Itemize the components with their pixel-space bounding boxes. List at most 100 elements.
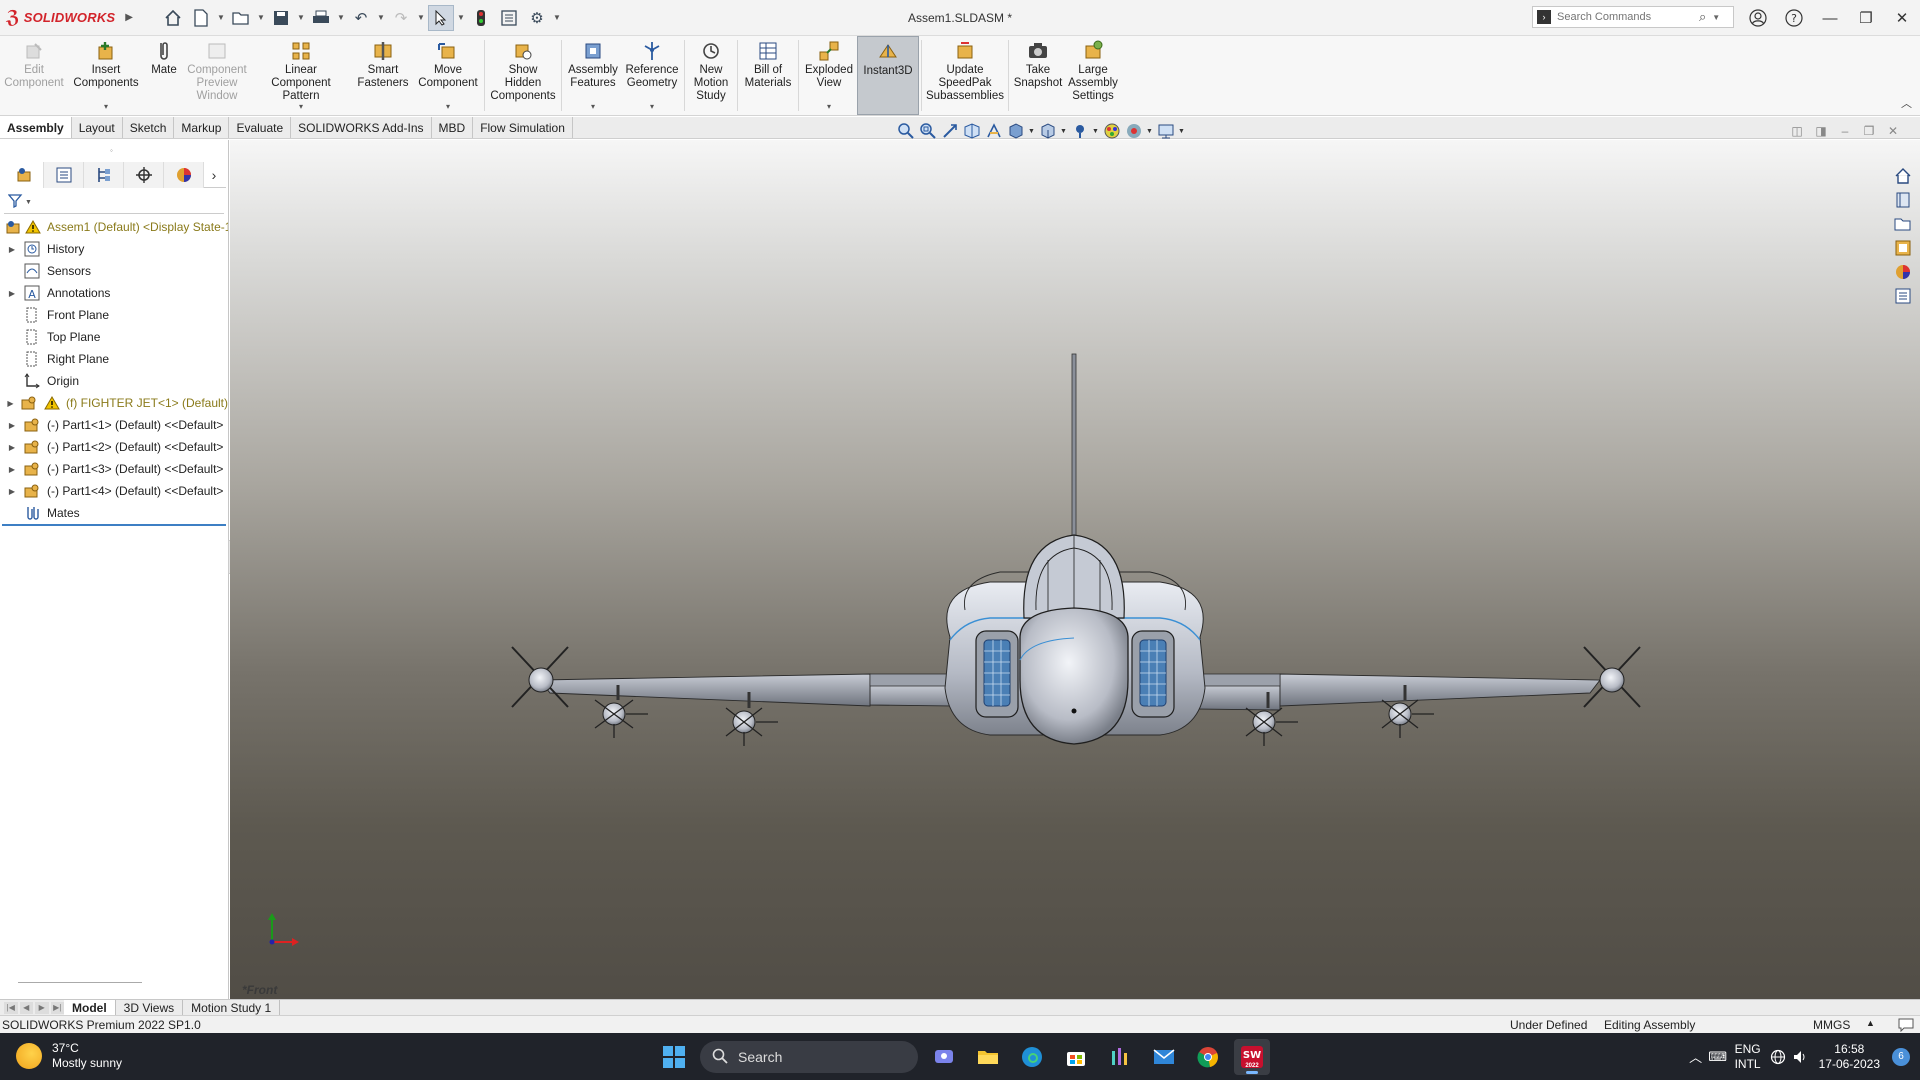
expand-arrow-icon[interactable]: ▶ <box>6 399 15 408</box>
select-cursor-icon[interactable] <box>428 4 454 31</box>
tab-assembly[interactable]: Assembly <box>0 117 72 138</box>
insert-components-dropdown-icon[interactable]: ▾ <box>68 100 144 113</box>
zoom-to-fit-icon[interactable] <box>896 121 916 141</box>
viewport-close-icon[interactable]: ✕ <box>1884 122 1902 140</box>
left-wingtip-rotor[interactable] <box>511 646 569 708</box>
prev-tab-icon[interactable]: ◀ <box>19 1001 33 1014</box>
show-hidden-icons-chevron[interactable]: ︿ <box>1685 1046 1707 1068</box>
solidworks-resources-icon[interactable] <box>1892 166 1914 186</box>
chrome-browser-icon[interactable] <box>1190 1039 1226 1075</box>
tree-item-part1-3[interactable]: ▶ (-) Part1<3> (Default) <<Default> <box>0 458 228 480</box>
input-language[interactable]: ENG INTL <box>1735 1042 1761 1072</box>
expand-arrow-icon[interactable]: ▶ <box>6 245 18 254</box>
tree-item-mates[interactable]: Mates <box>0 502 228 524</box>
tree-item-fighter-jet[interactable]: ▶ (f) FIGHTER JET<1> (Default) <box>0 392 228 414</box>
tree-item-part1-4[interactable]: ▶ (-) Part1<4> (Default) <<Default> <box>0 480 228 502</box>
undo-icon[interactable]: ↶ <box>348 5 374 31</box>
configuration-manager-tab-icon[interactable] <box>84 162 124 188</box>
teams-chat-icon[interactable] <box>926 1039 962 1075</box>
nose-cone[interactable] <box>1019 607 1129 745</box>
filter-funnel-icon[interactable] <box>7 194 24 211</box>
panel-horizontal-scrollbar[interactable] <box>18 982 142 983</box>
tab-sketch[interactable]: Sketch <box>123 117 175 138</box>
network-globe-icon[interactable] <box>1767 1046 1789 1068</box>
bill-of-materials-button[interactable]: Bill of Materials <box>740 36 796 115</box>
file-explorer-icon[interactable] <box>1892 214 1914 234</box>
collapse-ribbon-icon[interactable]: ︿ <box>1901 95 1912 111</box>
magnifier-icon[interactable]: ⌕ <box>1699 9 1706 25</box>
help-icon[interactable]: ? <box>1776 0 1812 36</box>
apply-scene-icon[interactable] <box>1124 121 1144 141</box>
view-orientation-dropdown-icon[interactable]: ▼ <box>1028 128 1036 135</box>
tree-item-annotations[interactable]: ▶ A Annotations <box>0 282 228 304</box>
new-dropdown-icon[interactable]: ▼ <box>216 13 226 22</box>
exploded-view-dropdown-icon[interactable]: ▾ <box>801 100 857 113</box>
zoom-to-area-icon[interactable] <box>918 121 938 141</box>
view-orientation-icon[interactable] <box>1006 121 1026 141</box>
expand-arrow-icon[interactable]: ▶ <box>6 465 18 474</box>
linear-component-pattern-button[interactable]: Linear Component Pattern ▾ <box>250 36 352 115</box>
menu-expand-icon[interactable]: ▶ <box>125 12 133 23</box>
print-icon[interactable] <box>308 5 334 31</box>
taskbar-search[interactable]: Search <box>700 1041 918 1073</box>
new-document-icon[interactable] <box>188 5 214 31</box>
dynamic-annotation-icon[interactable] <box>984 121 1004 141</box>
hide-show-dropdown-icon[interactable]: ▼ <box>1092 128 1100 135</box>
smart-fasteners-button[interactable]: Smart Fasteners <box>352 36 414 115</box>
new-motion-study-button[interactable]: New Motion Study <box>687 36 735 115</box>
feature-manager-tab-icon[interactable] <box>4 162 44 188</box>
property-manager-tab-icon[interactable] <box>44 162 84 188</box>
windows-start-icon[interactable] <box>656 1039 692 1075</box>
left-air-intake[interactable] <box>975 630 1019 718</box>
redo-icon[interactable]: ↷ <box>388 5 414 31</box>
expand-arrow-icon[interactable]: ▶ <box>6 487 18 496</box>
tree-item-front-plane[interactable]: Front Plane <box>0 304 228 326</box>
notification-count-badge[interactable]: 6 <box>1892 1047 1910 1066</box>
print-dropdown-icon[interactable]: ▼ <box>336 13 346 22</box>
more-tabs-chevron-icon[interactable]: › <box>204 162 224 188</box>
undo-dropdown-icon[interactable]: ▼ <box>376 13 386 22</box>
tab-3d-views[interactable]: 3D Views <box>116 1000 184 1015</box>
view-settings-dropdown-icon[interactable]: ▼ <box>1178 128 1186 135</box>
tab-markup[interactable]: Markup <box>174 117 230 138</box>
previous-view-icon[interactable] <box>940 121 960 141</box>
instant3d-button[interactable]: Instant3D <box>857 36 919 115</box>
open-dropdown-icon[interactable]: ▼ <box>256 13 266 22</box>
move-component-button[interactable]: Move Component ▾ <box>414 36 482 115</box>
options-dropdown-icon[interactable]: ▼ <box>552 13 562 22</box>
expand-arrow-icon[interactable]: ▶ <box>6 289 18 298</box>
filter-dropdown-icon[interactable]: ▼ <box>25 199 32 206</box>
redo-dropdown-icon[interactable]: ▼ <box>416 13 426 22</box>
tree-item-origin[interactable]: Origin <box>0 370 228 392</box>
first-tab-icon[interactable]: |◀ <box>4 1001 18 1014</box>
tab-evaluate[interactable]: Evaluate <box>229 117 292 138</box>
weather-widget[interactable]: 37°C Mostly sunny <box>16 1041 122 1071</box>
microsoft-store-icon[interactable] <box>1058 1039 1094 1075</box>
viewport-restore-icon[interactable]: ❐ <box>1860 122 1878 140</box>
assembly-features-dropdown-icon[interactable]: ▾ <box>564 100 622 113</box>
rebuild-icon[interactable] <box>468 5 494 31</box>
mate-button[interactable]: Mate <box>144 36 184 115</box>
tab-model[interactable]: Model <box>64 1000 116 1015</box>
tree-item-part1-2[interactable]: ▶ (-) Part1<2> (Default) <<Default> <box>0 436 228 458</box>
search-commands-input[interactable] <box>1557 11 1697 23</box>
tree-item-sensors[interactable]: Sensors <box>0 260 228 282</box>
dimxpert-manager-tab-icon[interactable] <box>124 162 164 188</box>
assembly-features-button[interactable]: Assembly Features ▾ <box>564 36 622 115</box>
search-dropdown-icon[interactable]: ▼ <box>1712 13 1720 22</box>
edit-component-button[interactable]: Edit Component <box>0 36 68 115</box>
equalizer-app-icon[interactable] <box>1102 1039 1138 1075</box>
search-commands-box[interactable]: › ⌕ ▼ <box>1532 6 1734 28</box>
file-explorer-taskbar-icon[interactable] <box>970 1039 1006 1075</box>
fighter-jet-model[interactable] <box>230 140 1920 999</box>
clock[interactable]: 16:58 17-06-2023 <box>1819 1042 1880 1072</box>
reference-geometry-dropdown-icon[interactable]: ▾ <box>622 100 682 113</box>
hide-show-items-icon[interactable] <box>1070 121 1090 141</box>
update-speedpak-button[interactable]: Update SpeedPak Subassemblies <box>924 36 1006 115</box>
save-icon[interactable] <box>268 5 294 31</box>
tree-item-right-plane[interactable]: Right Plane <box>0 348 228 370</box>
design-library-icon[interactable] <box>1892 190 1914 210</box>
appearances-scenes-icon[interactable] <box>1892 262 1914 282</box>
tab-flow-simulation[interactable]: Flow Simulation <box>473 117 573 138</box>
move-component-dropdown-icon[interactable]: ▾ <box>414 100 482 113</box>
